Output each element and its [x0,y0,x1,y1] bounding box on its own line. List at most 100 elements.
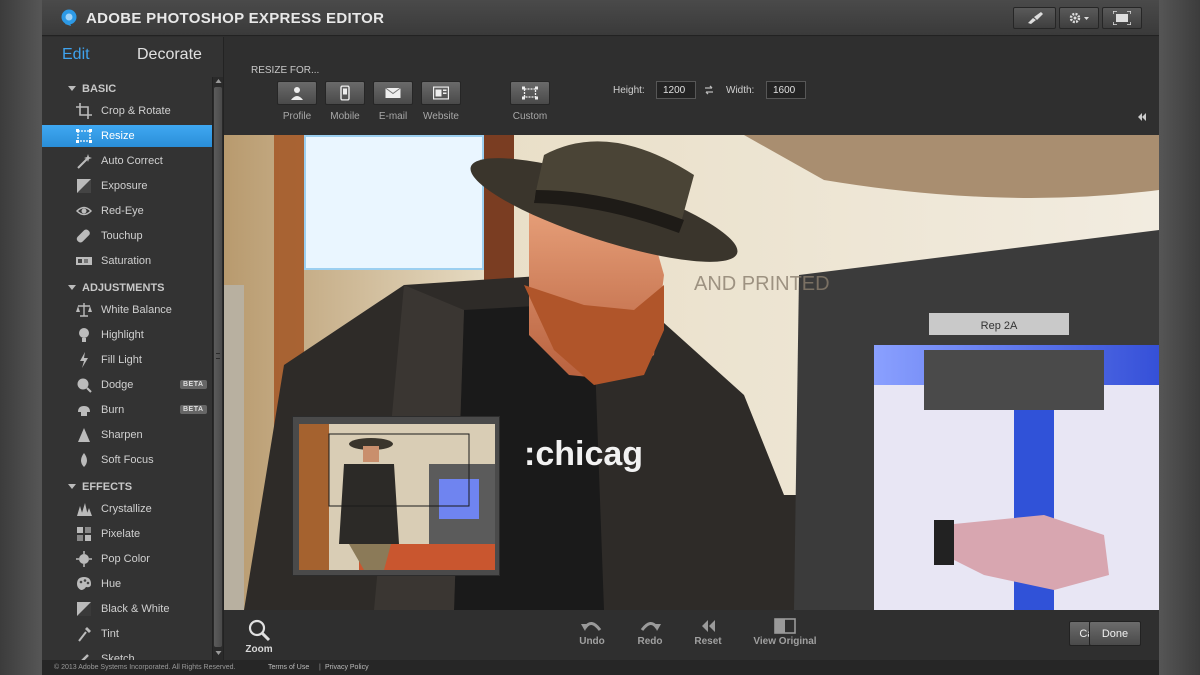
tool-label: Burn [101,404,125,416]
link-aspect-icon[interactable] [703,84,715,96]
section-caret-icon [68,285,76,290]
scroll-thumb[interactable] [214,87,222,647]
scroll-grip [216,353,220,359]
footer: © 2013 Adobe Systems Incorporated. All R… [42,660,1159,675]
section-basic[interactable]: BASIC [42,80,212,100]
gear-icon [1069,12,1089,24]
printer-label: Rep 2A [981,320,1018,332]
view-original-button[interactable]: View Original [740,618,830,658]
wand-icon [77,154,92,169]
tool-fill-light[interactable]: Fill Light [42,349,212,371]
tool-crop-rotate[interactable]: Crop & Rotate [42,100,212,122]
collapse-panel-icon[interactable] [1137,112,1147,122]
height-field[interactable]: 1200 [656,81,696,99]
bolt-icon [80,352,88,368]
dropper-icon [78,627,91,642]
section-title: BASIC [82,83,117,95]
person-icon [291,87,303,100]
beta-badge: BETA [180,380,207,389]
dodge-icon [77,378,92,393]
image-canvas[interactable]: :chicag Rep 2A AND PRINTED [224,135,1159,610]
privacy-link[interactable]: Privacy Policy [325,664,369,671]
tool-label: Auto Correct [101,155,163,167]
preset-custom-button[interactable] [510,81,550,105]
tool-pixelate[interactable]: Pixelate [42,523,212,545]
tool-label: Saturation [101,255,152,267]
tool-label: Resize [101,130,135,142]
preset-website-button[interactable] [421,81,461,105]
section-effects[interactable]: EFFECTS [42,478,212,498]
tool-label: Sharpen [101,429,143,441]
tool-highlight[interactable]: Highlight [42,324,212,346]
tool-label: White Balance [101,304,172,316]
tool-list-scrollbar[interactable] [212,77,223,661]
website-icon [433,86,449,100]
wall-sign-text: AND PRINTED [694,273,830,295]
footer-separator: | [319,664,321,671]
tool-red-eye[interactable]: Red-Eye [42,200,212,222]
tool-exposure[interactable]: Exposure [42,175,212,197]
section-caret-icon [68,86,76,91]
tool-hue[interactable]: Hue [42,573,212,595]
tool-label: Crop & Rotate [101,105,171,117]
width-field[interactable]: 1600 [766,81,806,99]
resize-for-heading: RESIZE FOR... [251,65,320,76]
tool-burn[interactable]: Burn BETA [42,399,212,421]
left-panel: Edit Decorate BASIC Crop & Rotate Resize Au… [42,37,224,661]
tab-decorate[interactable]: Decorate [137,46,202,64]
navigator-thumbnail[interactable] [292,416,500,576]
preset-profile-button[interactable] [277,81,317,105]
app-title: ADOBE PHOTOSHOP EXPRESS EDITOR [86,10,385,27]
scroll-up-icon[interactable] [215,77,222,85]
section-adjustments[interactable]: ADJUSTMENTS [42,279,212,299]
fullscreen-icon [1113,11,1131,25]
crop-icon [76,103,92,119]
tool-label: Touchup [101,230,143,242]
tab-edit[interactable]: Edit [62,46,90,64]
settings-button[interactable] [1059,7,1099,29]
tool-black-white[interactable]: Black & White [42,598,212,620]
resize-options-bar: RESIZE FOR... Profile Mobile E-mail Webs… [224,37,1159,135]
bulb-icon [79,328,89,342]
tool-sharpen[interactable]: Sharpen [42,424,212,446]
tool-soft-focus[interactable]: Soft Focus [42,449,212,471]
bandage-icon [76,229,90,243]
tool-white-balance[interactable]: White Balance [42,299,212,321]
tool-pop-color[interactable]: Pop Color [42,548,212,570]
exposure-icon [77,179,91,193]
zoom-button[interactable]: Zoom [224,618,294,658]
brush-button[interactable] [1013,7,1056,29]
terms-link[interactable]: Terms of Use [268,664,309,671]
tool-auto-correct[interactable]: Auto Correct [42,150,212,172]
tool-label: Exposure [101,180,148,192]
popcolor-icon [76,551,92,567]
reset-label: Reset [694,636,722,647]
view-original-label: View Original [753,636,817,647]
section-title: EFFECTS [82,481,133,493]
bw-icon [77,602,91,616]
brush-icon [1027,12,1043,24]
pixelate-icon [77,527,91,541]
tool-label: Hue [101,578,122,590]
tool-saturation[interactable]: Saturation [42,250,212,272]
preset-email-button[interactable] [373,81,413,105]
tool-resize[interactable]: Resize [42,125,212,147]
shirt-text: :chicag [524,435,643,473]
preset-mobile-button[interactable] [325,81,365,105]
tool-tint[interactable]: Tint [42,623,212,645]
done-button[interactable]: Done [1089,621,1141,646]
photoshop-express-editor: ADOBE PHOTOSHOP EXPRESS EDITOR Edit Deco… [42,0,1159,675]
tool-crystallize[interactable]: Crystallize [42,498,212,520]
tool-dodge[interactable]: Dodge BETA [42,374,212,396]
tool-touchup[interactable]: Touchup [42,225,212,247]
palette-icon [77,577,91,590]
scroll-down-icon[interactable] [215,649,222,657]
tool-label: Black & White [101,603,170,615]
fullscreen-button[interactable] [1102,7,1142,29]
eye-icon [76,206,92,216]
tool-label: Dodge [101,379,134,391]
custom-icon [522,86,538,100]
tool-label: Pixelate [101,528,141,540]
tool-label: Red-Eye [101,205,144,217]
reset-button[interactable]: Reset [673,618,743,658]
